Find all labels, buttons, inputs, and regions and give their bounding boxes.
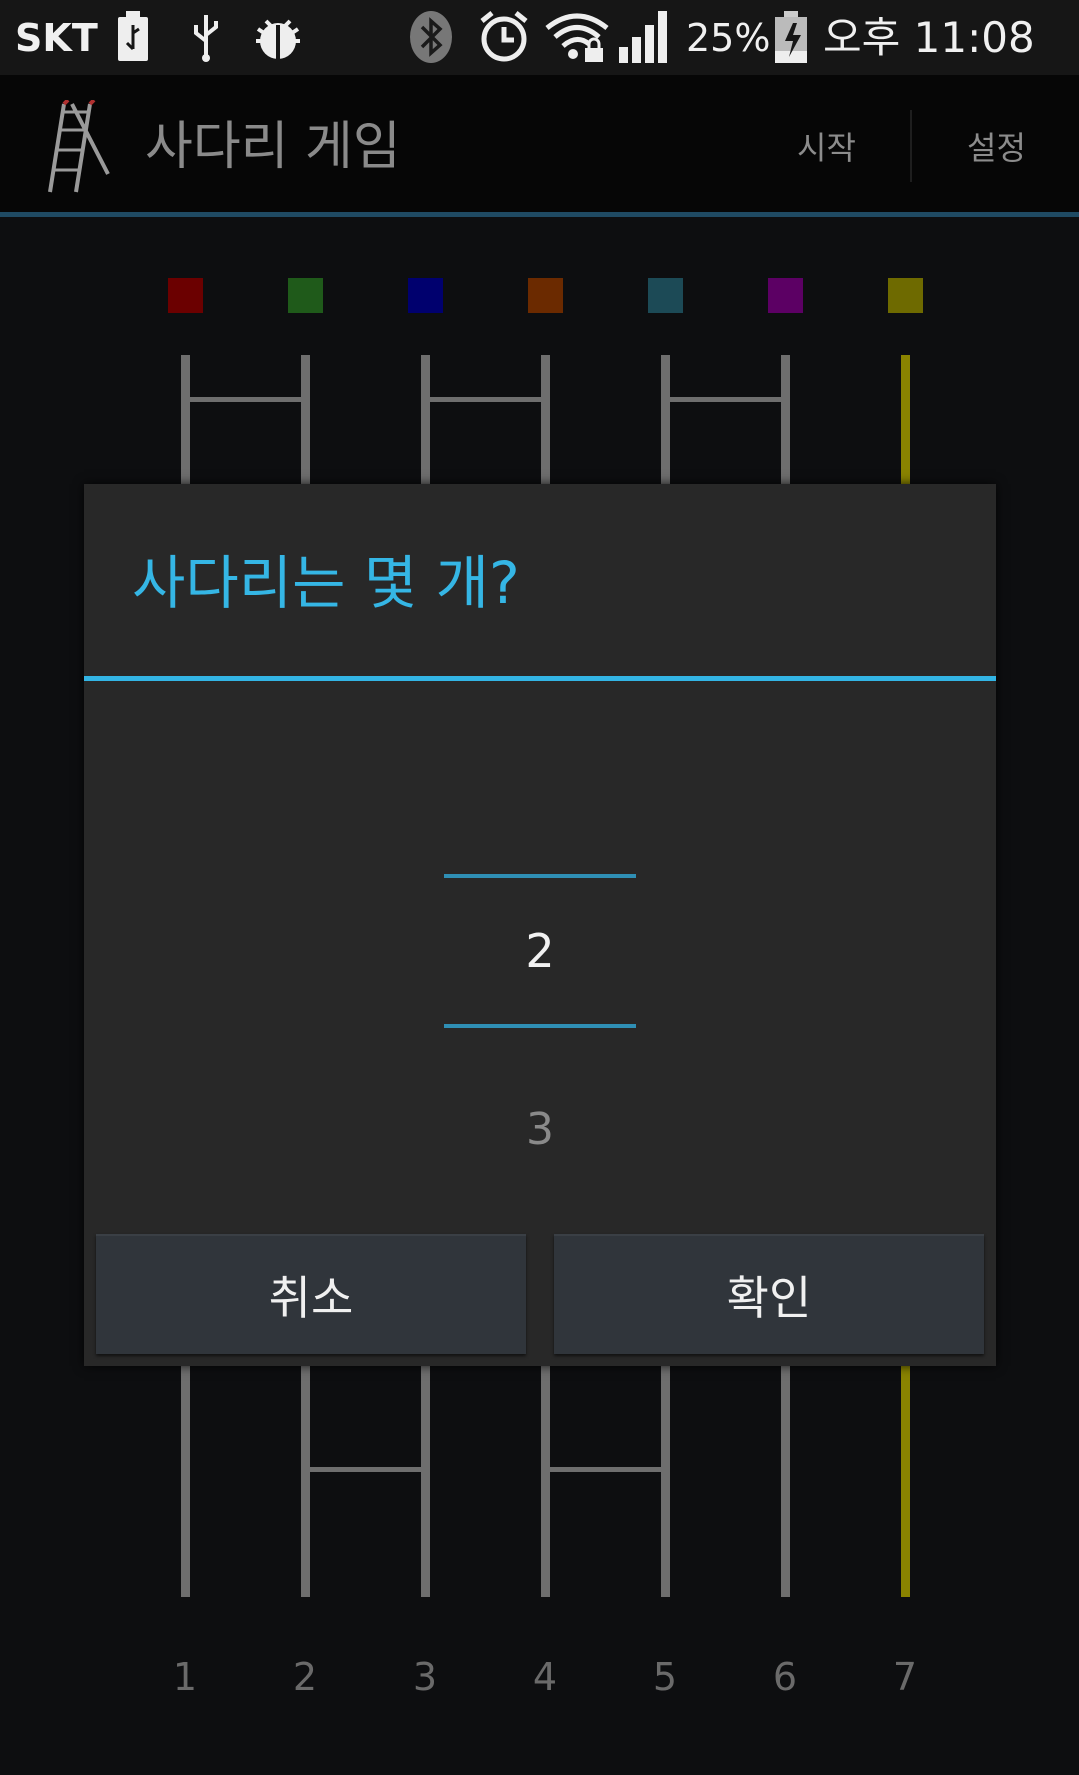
ok-button[interactable]: 확인 (554, 1234, 984, 1354)
player-color-5 (648, 278, 683, 313)
ladder-rung (549, 1467, 661, 1472)
app-title: 사다리 게임 (145, 117, 401, 177)
ladder-rail-1-upper (181, 355, 190, 485)
ladder-count-dialog: 사다리는 몇 개? 2 3 취소 확인 (84, 484, 996, 1366)
number-picker-value[interactable]: 2 (444, 924, 636, 978)
settings-button[interactable]: 설정 (967, 128, 1026, 168)
picker-bottom-line (444, 1024, 636, 1028)
signal-icon (617, 10, 675, 64)
alarm-icon (476, 10, 532, 64)
ladder-rung (429, 397, 541, 402)
ladder-rail-3-upper (421, 355, 430, 485)
usb-storage-icon (115, 10, 151, 64)
number-picker-next[interactable]: 3 (444, 1104, 636, 1155)
debug-bug-icon (252, 10, 304, 64)
player-color-4 (528, 278, 563, 313)
dialog-title-divider (84, 676, 996, 681)
column-number-5: 5 (652, 1655, 678, 1699)
player-color-2 (288, 278, 323, 313)
picker-top-line (444, 874, 636, 878)
ladder-rung (189, 397, 301, 402)
column-number-6: 6 (772, 1655, 798, 1699)
action-divider (910, 110, 912, 182)
column-number-4: 4 (532, 1655, 558, 1699)
ladder-rail-5-lower (661, 1366, 670, 1597)
ladder-rail-1-lower (181, 1366, 190, 1597)
column-number-3: 3 (412, 1655, 438, 1699)
usb-icon (188, 10, 224, 64)
clock: 오후 11:08 (823, 13, 1035, 62)
cancel-button[interactable]: 취소 (96, 1234, 526, 1354)
wifi-lock-icon (545, 10, 609, 64)
ladder-rail-7-lower (901, 1366, 910, 1597)
start-button[interactable]: 시작 (797, 128, 856, 168)
carrier-label: SKT (15, 16, 98, 60)
status-bar: SKT 25% 오후 11:08 (0, 0, 1079, 75)
ladder-rail-7-upper (901, 355, 910, 485)
dialog-title: 사다리는 몇 개? (132, 549, 520, 617)
ladder-rail-6-upper (781, 355, 790, 485)
column-number-2: 2 (292, 1655, 318, 1699)
action-bar-underline (0, 212, 1079, 217)
ladder-rail-5-upper (661, 355, 670, 485)
ladder-rail-4-lower (541, 1366, 550, 1597)
battery-percent: 25% (686, 16, 771, 60)
ladder-rail-4-upper (541, 355, 550, 485)
ladder-rung (669, 397, 781, 402)
player-color-6 (768, 278, 803, 313)
player-color-3 (408, 278, 443, 313)
player-color-1 (168, 278, 203, 313)
ladder-rail-2-upper (301, 355, 310, 485)
column-number-7: 7 (892, 1655, 918, 1699)
column-number-1: 1 (172, 1655, 198, 1699)
ladder-rail-6-lower (781, 1366, 790, 1597)
battery-charging-icon (772, 10, 810, 64)
player-color-7 (888, 278, 923, 313)
bluetooth-icon (408, 10, 454, 64)
ladder-rail-2-lower (301, 1366, 310, 1597)
ladder-rung (309, 1467, 421, 1472)
ladder-rail-3-lower (421, 1366, 430, 1597)
ladder-icon (46, 98, 112, 198)
